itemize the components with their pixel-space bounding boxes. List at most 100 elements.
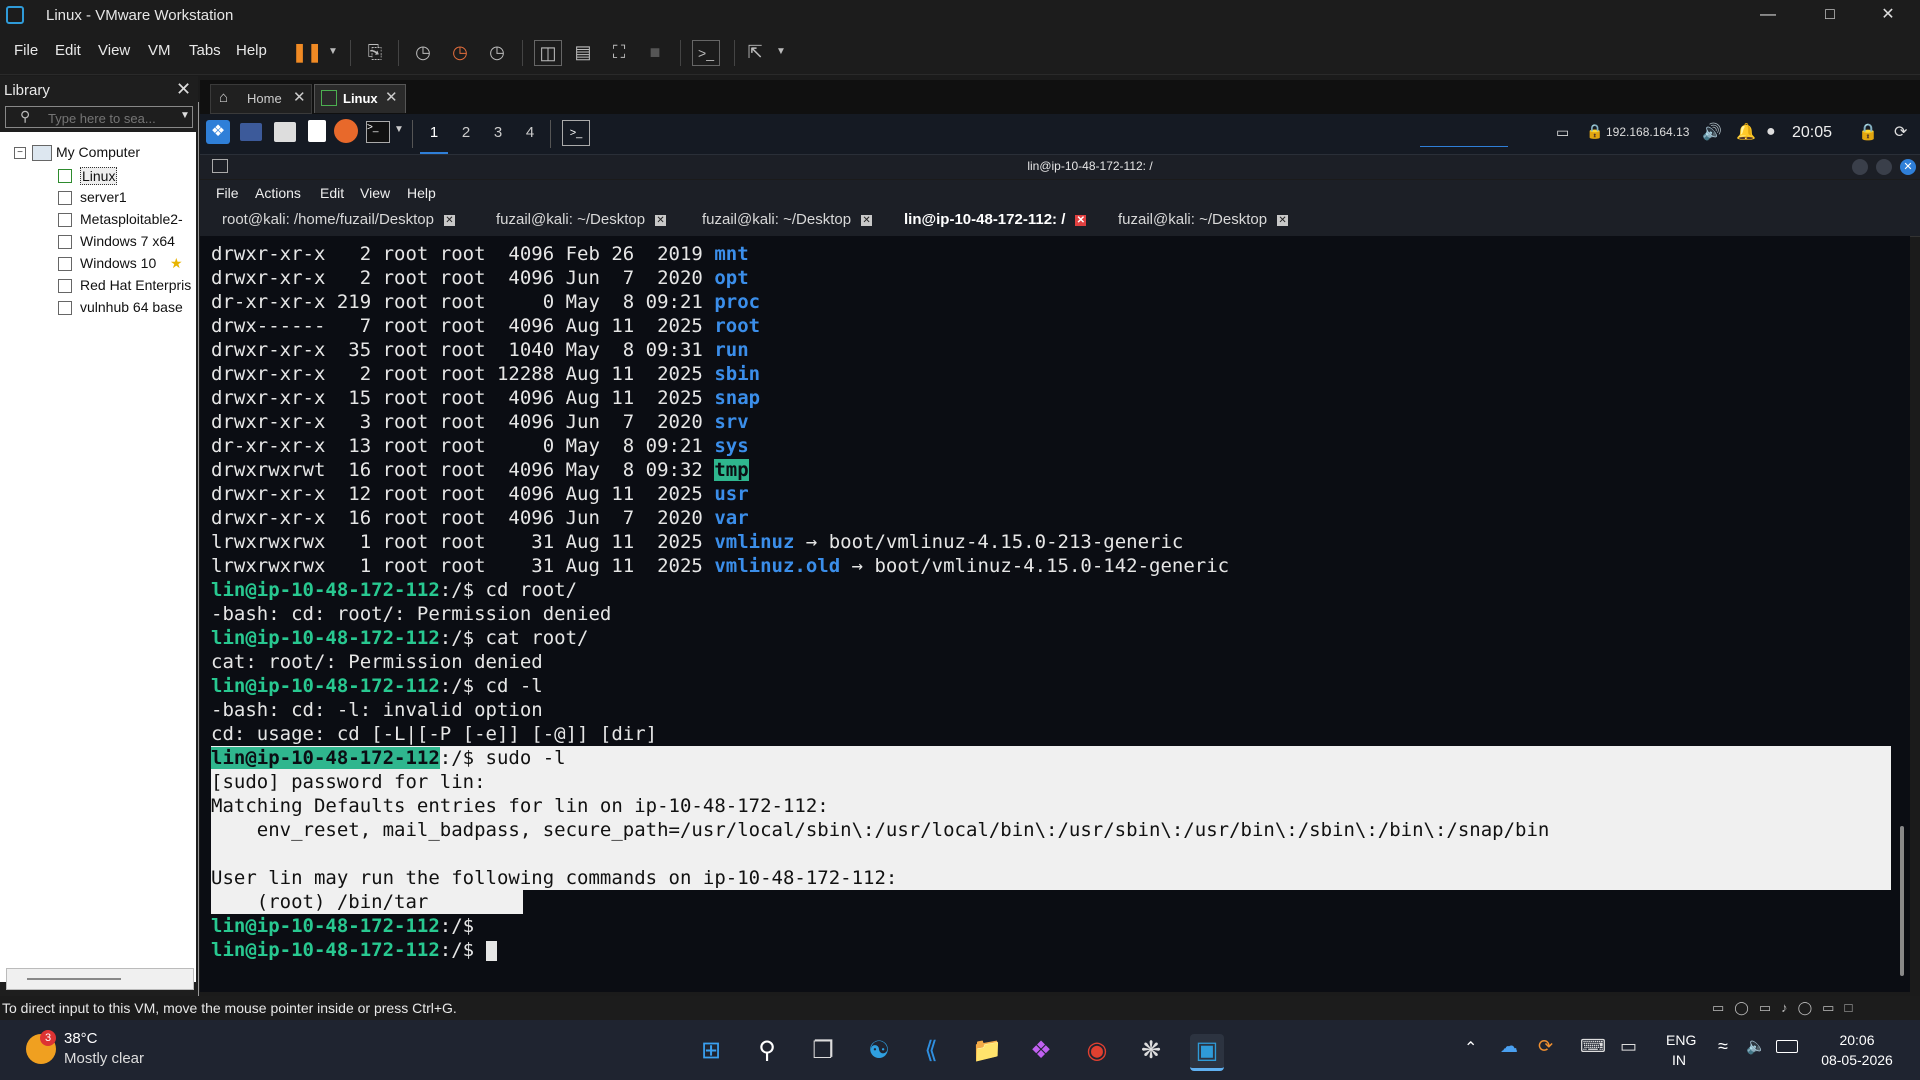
menu-file[interactable]: File	[14, 42, 38, 59]
scrollbar-thumb[interactable]	[27, 978, 121, 980]
taskbar-time[interactable]: 20:06	[1824, 1032, 1890, 1048]
tablet-icon[interactable]: ▭	[1620, 1036, 1637, 1057]
terminal-window-button[interactable]: >_	[562, 120, 590, 146]
terminal-menu-edit[interactable]: Edit	[320, 185, 344, 201]
workspace-3[interactable]: 3	[484, 114, 512, 152]
close-icon[interactable]: ✕	[1075, 214, 1087, 226]
chevron-down-icon[interactable]: ▼	[320, 40, 346, 64]
library-search-input[interactable]	[46, 109, 170, 127]
show-desktop-icon[interactable]	[240, 123, 262, 141]
terminal-menu-help[interactable]: Help	[407, 185, 436, 201]
close-icon[interactable]: ✕	[293, 88, 306, 106]
close-icon[interactable]: ✕	[1868, 4, 1908, 26]
revert-snapshot-icon[interactable]: ◷	[447, 40, 473, 64]
prompt-path: :/$	[439, 675, 486, 697]
library-view-icon[interactable]: ◫	[534, 40, 562, 66]
terminal-icon[interactable]: >_	[366, 121, 390, 143]
panel-clock[interactable]: 20:05	[1792, 124, 1832, 142]
chrome-icon[interactable]: ◉	[1080, 1034, 1114, 1068]
snapshot-manager-icon[interactable]: ◷	[484, 40, 510, 64]
minimize-icon[interactable]	[1852, 159, 1868, 175]
terminal-tab-2[interactable]: fuzail@kali: ~/Desktop ✕	[496, 211, 667, 235]
keyboard-icon[interactable]: ⌨	[1580, 1036, 1606, 1057]
text-editor-icon[interactable]	[308, 120, 326, 142]
stretch-guest-icon[interactable]: ⇱	[742, 40, 768, 64]
library-search[interactable]: ⚲ ▼	[5, 106, 193, 128]
wifi-icon[interactable]: ≈	[1718, 1036, 1728, 1057]
chevron-down-icon[interactable]: ▼	[768, 40, 794, 64]
listing-name: snap	[714, 387, 761, 409]
notification-bell-icon[interactable]: 🔔	[1736, 122, 1756, 142]
chatgpt-icon[interactable]: ❋	[1134, 1034, 1168, 1068]
speaker-icon[interactable]: 🔈	[1746, 1036, 1766, 1056]
tab-linux[interactable]: Linux ✕	[314, 84, 406, 113]
terminal-tab-3[interactable]: fuzail@kali: ~/Desktop ✕	[702, 211, 873, 235]
close-icon[interactable]: ✕	[444, 214, 455, 226]
copilot-icon[interactable]: ❖	[1024, 1034, 1058, 1068]
collapse-toggle-icon[interactable]: −	[14, 147, 26, 159]
terminal-scrollbar[interactable]	[1900, 826, 1904, 976]
listing-meta: drwx------ 7 root root 4096 Aug 11 2025	[211, 315, 715, 337]
send-ctrl-alt-del-icon[interactable]: ⎘	[362, 40, 388, 64]
file-explorer-icon[interactable]: 📁	[970, 1034, 1004, 1068]
file-manager-icon[interactable]	[274, 122, 296, 142]
language-bottom[interactable]: IN	[1672, 1052, 1686, 1068]
kali-menu-icon[interactable]: ❖	[206, 120, 230, 144]
chevron-up-icon[interactable]: ⌃	[1464, 1038, 1477, 1058]
volume-icon[interactable]: 🔊	[1702, 122, 1722, 142]
windows-start-icon[interactable]: ⊞	[694, 1034, 728, 1068]
search-icon[interactable]: ⚲	[750, 1034, 784, 1068]
sync-icon[interactable]: ⟳	[1538, 1036, 1553, 1057]
vscode-icon[interactable]: ⟪	[914, 1034, 948, 1068]
tab-home[interactable]: ⌂ Home ✕	[210, 84, 312, 114]
minimize-icon[interactable]: —	[1748, 4, 1788, 26]
firefox-icon[interactable]	[334, 119, 358, 143]
task-view-icon[interactable]: ❐	[806, 1034, 840, 1068]
terminal-menu-view[interactable]: View	[360, 185, 390, 201]
edge-icon[interactable]: ☯	[862, 1034, 896, 1068]
tree-root-my-computer[interactable]: My Computer	[56, 144, 140, 160]
menu-vm[interactable]: VM	[148, 42, 171, 59]
workspace-2[interactable]: 2	[452, 114, 480, 152]
device-status-icons[interactable]: ▭◯▭♪◯▭□	[1712, 1000, 1862, 1016]
menu-tabs[interactable]: Tabs	[189, 42, 221, 59]
maximize-icon[interactable]: □	[1810, 4, 1850, 26]
snapshot-icon[interactable]: ◷	[410, 40, 436, 64]
menu-edit[interactable]: Edit	[55, 42, 81, 59]
close-icon[interactable]: ✕	[385, 88, 398, 106]
terminal-tab-1[interactable]: root@kali: /home/fuzail/Desktop ✕	[222, 211, 455, 235]
console-view-icon[interactable]: >_	[692, 40, 720, 66]
power-icon[interactable]: ⟳	[1894, 122, 1907, 142]
unity-icon[interactable]: ■	[642, 40, 668, 64]
vmware-taskbar-icon[interactable]: ▣	[1190, 1034, 1224, 1071]
close-icon[interactable]: ✕	[176, 79, 191, 100]
maximize-icon[interactable]	[1876, 159, 1892, 175]
close-icon[interactable]: ✕	[1900, 159, 1916, 175]
pause-icon[interactable]: ❚❚	[292, 40, 322, 64]
close-icon[interactable]: ✕	[1277, 214, 1289, 226]
menu-help[interactable]: Help	[236, 42, 267, 59]
terminal-tab-5[interactable]: fuzail@kali: ~/Desktop ✕	[1118, 211, 1289, 235]
battery-icon[interactable]	[1776, 1040, 1798, 1053]
close-icon[interactable]: ✕	[861, 214, 873, 226]
terminal-menu-file[interactable]: File	[216, 185, 239, 201]
terminal-output[interactable]: drwxr-xr-x 2 root root 4096 Feb 26 2019 …	[200, 236, 1910, 992]
workspace-4[interactable]: 4	[516, 114, 544, 152]
terminal-menu-actions[interactable]: Actions	[255, 185, 301, 201]
chevron-down-icon[interactable]: ▼	[394, 124, 404, 135]
workspace-1[interactable]: 1	[420, 114, 448, 154]
full-screen-icon[interactable]: ⛶	[606, 40, 632, 64]
close-icon[interactable]: ✕	[655, 214, 667, 226]
listing-target: → boot/vmlinuz-4.15.0-213-generic	[794, 531, 1184, 553]
terminal-line: drwxr-xr-x 12 root root 4096 Aug 11 2025…	[211, 482, 1549, 506]
chevron-down-icon[interactable]: ▼	[180, 110, 190, 121]
display-icon[interactable]: ▭	[1556, 124, 1569, 141]
onedrive-icon[interactable]: ☁	[1500, 1036, 1518, 1057]
language-top[interactable]: ENG	[1666, 1032, 1696, 1048]
lock-screen-icon[interactable]: 🔒	[1858, 122, 1878, 142]
thumbnail-bar-icon[interactable]: ▤	[570, 40, 596, 64]
taskbar-date[interactable]: 08-05-2026	[1816, 1052, 1898, 1068]
menu-view[interactable]: View	[98, 42, 130, 59]
terminal-tab-4-active[interactable]: lin@ip-10-48-172-112: / ✕	[904, 211, 1087, 235]
library-scrollbar[interactable]	[6, 968, 194, 990]
